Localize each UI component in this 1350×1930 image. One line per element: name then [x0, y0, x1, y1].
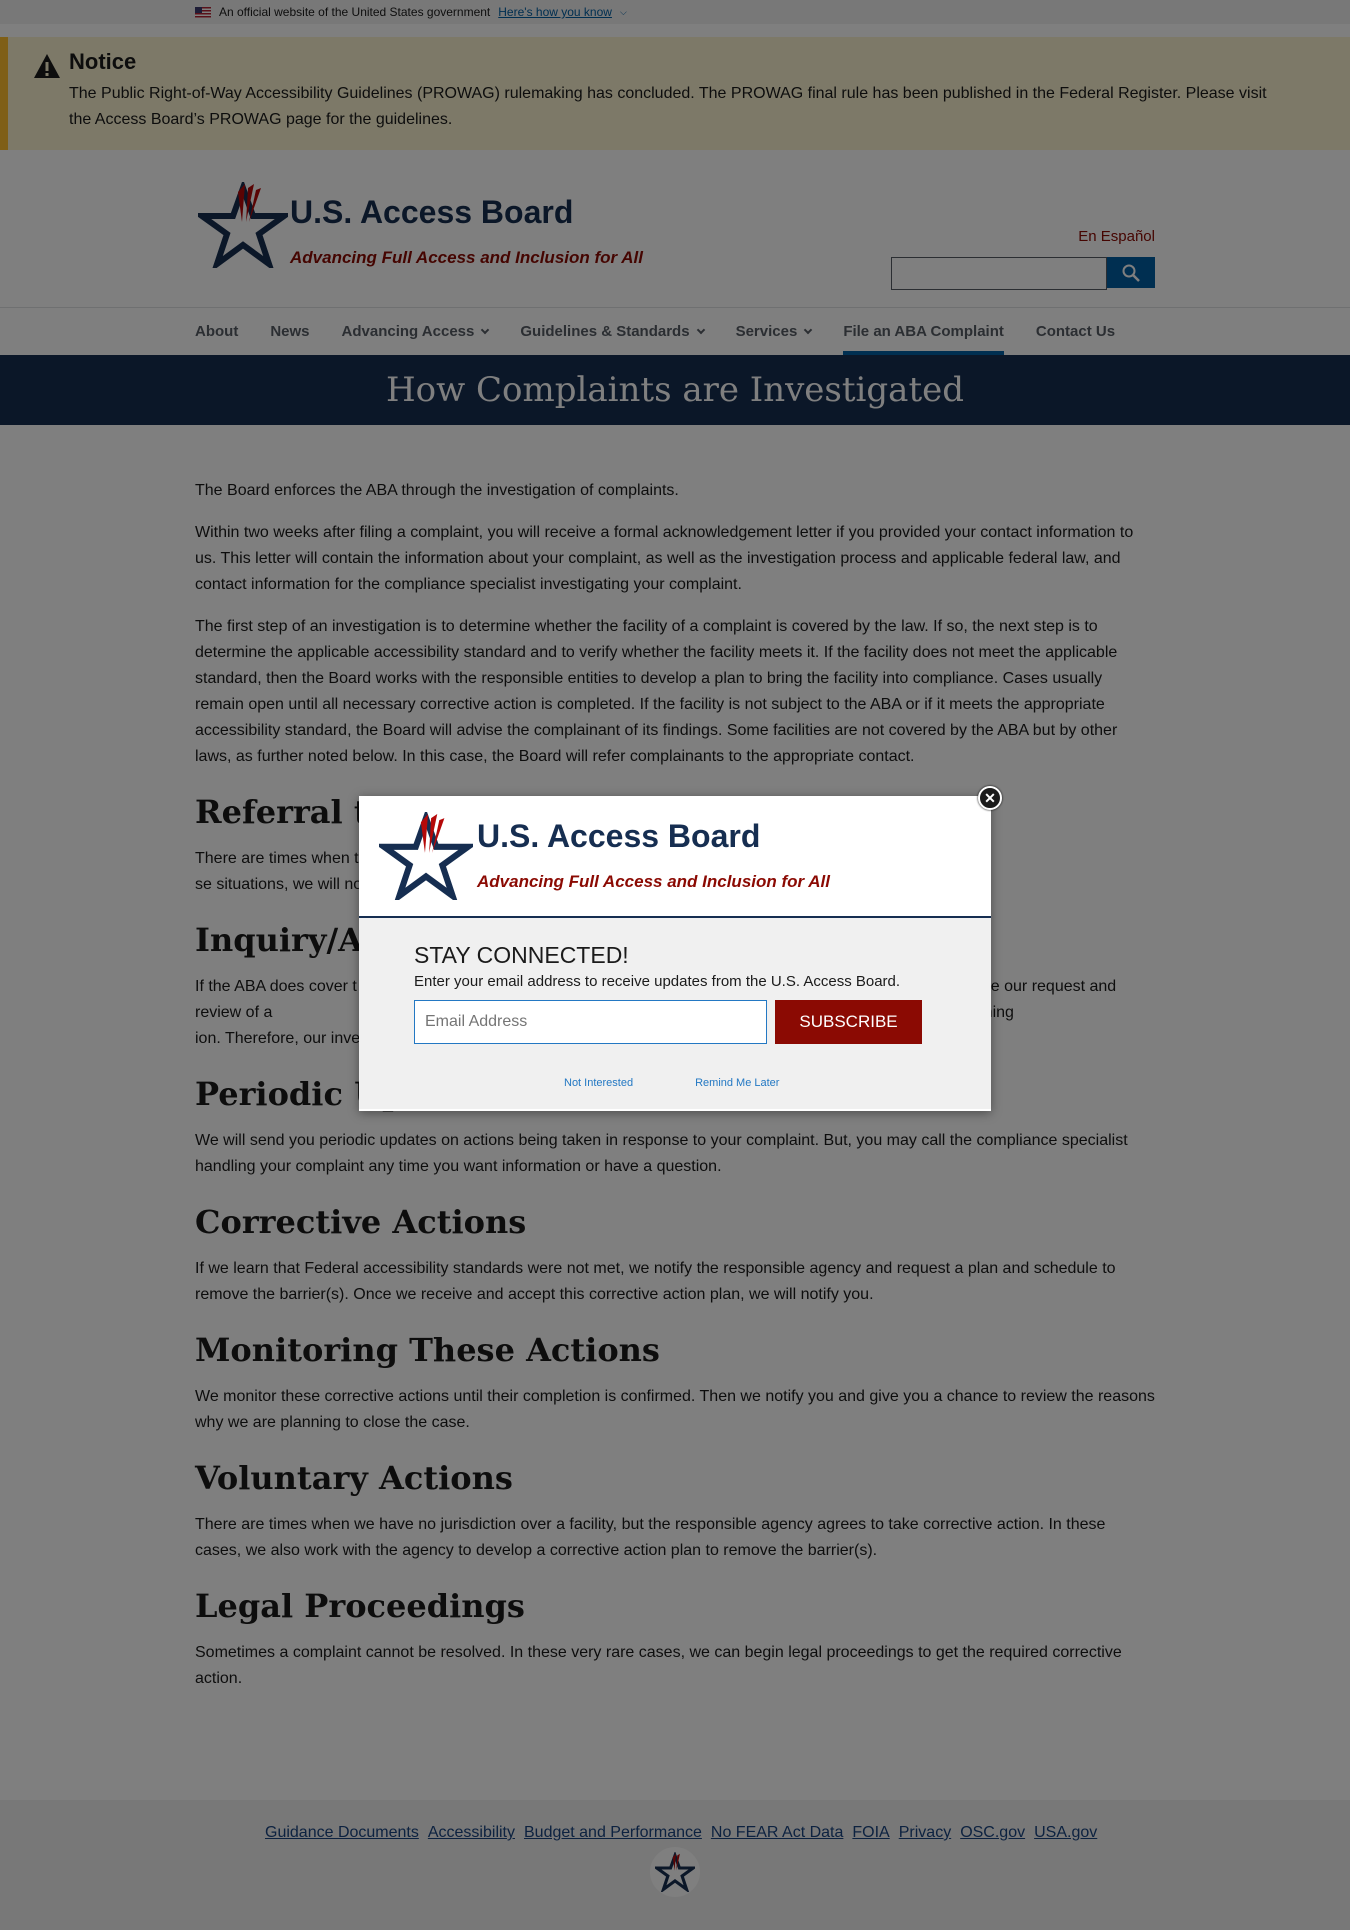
email-field[interactable]	[414, 1000, 767, 1044]
subscribe-button[interactable]: SUBSCRIBE	[775, 1000, 922, 1044]
remind-later-link[interactable]: Remind Me Later	[695, 1077, 779, 1089]
subscribe-modal: U.S. Access Board Advancing Full Access …	[359, 796, 991, 1111]
modal-tagline: Advancing Full Access and Inclusion for …	[477, 872, 830, 891]
dismiss-links: Not Interested Remind Me Later	[564, 1077, 779, 1089]
modal-description: Enter your email address to receive upda…	[414, 973, 901, 990]
access-board-logo-icon	[379, 812, 473, 900]
modal-body: STAY CONNECTED! Enter your email address…	[359, 918, 991, 1109]
stay-connected-heading: STAY CONNECTED!	[414, 942, 629, 968]
close-icon[interactable]: ✕	[978, 786, 1002, 810]
not-interested-link[interactable]: Not Interested	[564, 1077, 633, 1089]
modal-header: U.S. Access Board Advancing Full Access …	[359, 796, 991, 918]
subscribe-form: SUBSCRIBE	[414, 1000, 991, 1044]
modal-title: U.S. Access Board	[477, 818, 761, 854]
